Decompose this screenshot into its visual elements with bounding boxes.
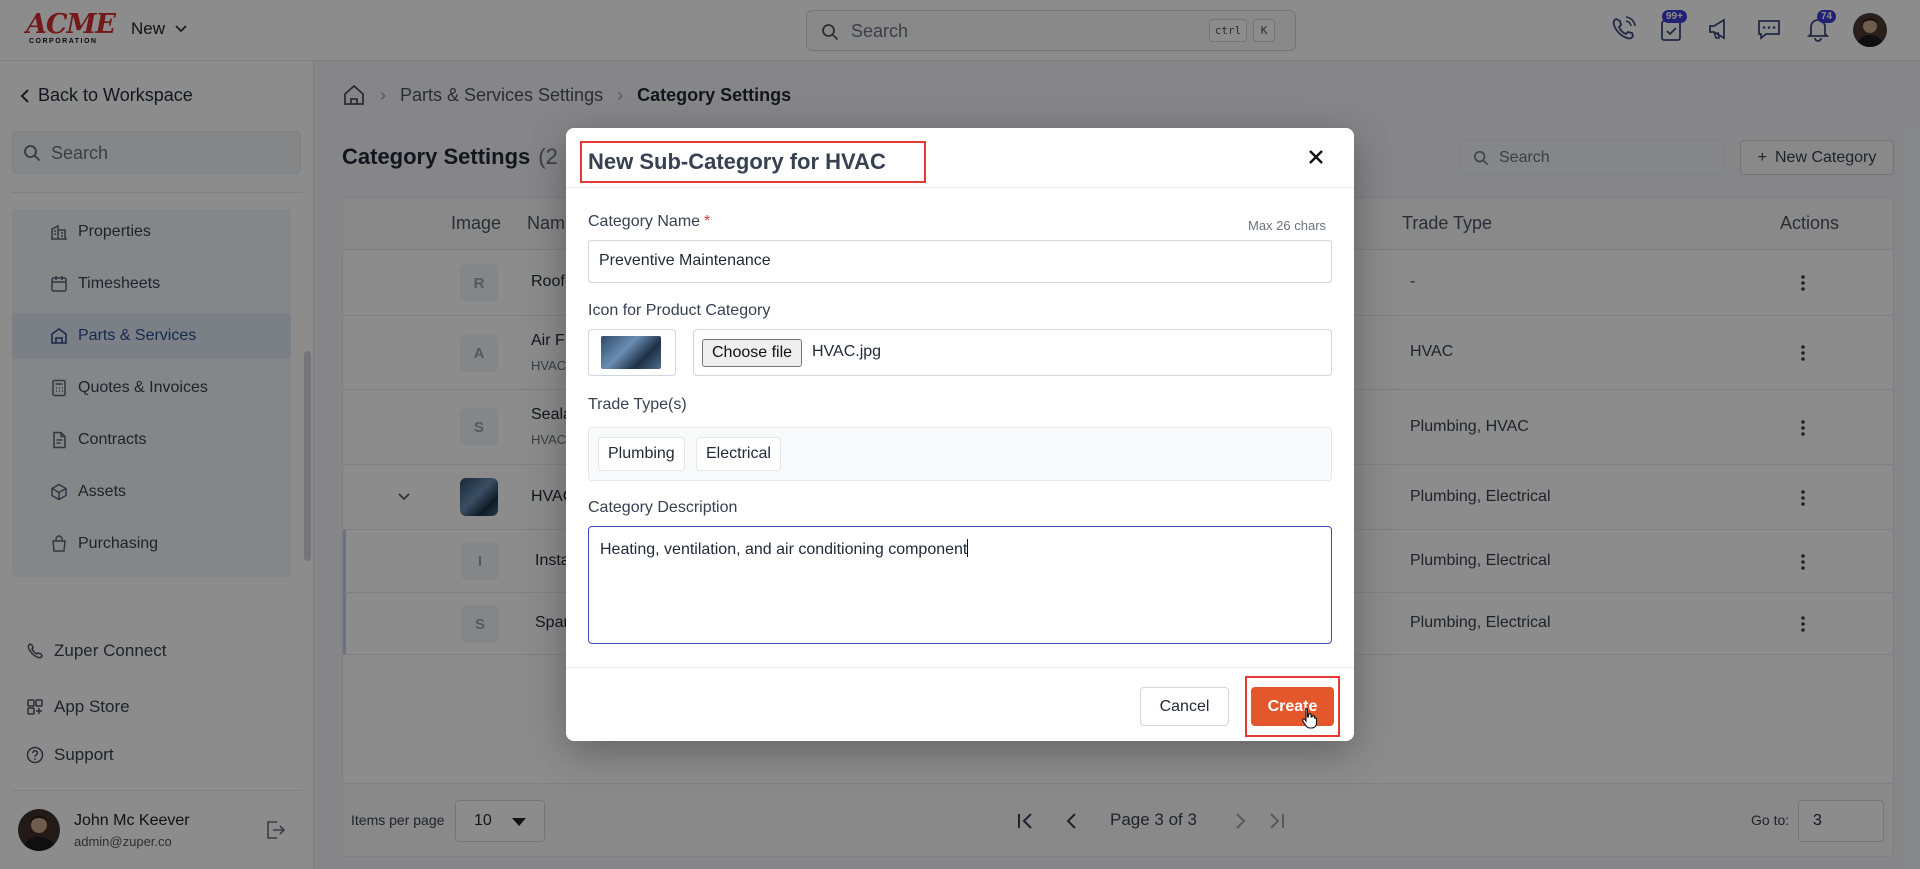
- close-button[interactable]: [1301, 142, 1331, 172]
- choose-file-button[interactable]: Choose file: [702, 339, 803, 367]
- icon-file-input[interactable]: Choose file HVAC.jpg: [693, 329, 1332, 376]
- create-highlight: Create: [1245, 676, 1340, 737]
- trade-types-label: Trade Type(s): [588, 396, 687, 413]
- icon-preview: [588, 329, 676, 376]
- icon-label: Icon for Product Category: [588, 302, 771, 319]
- category-name-label-text: Category Name: [588, 213, 701, 230]
- max-chars-hint: Max 26 chars: [1248, 218, 1327, 233]
- modal-title: New Sub-Category for HVAC: [580, 141, 926, 183]
- cancel-button[interactable]: Cancel: [1140, 687, 1229, 726]
- create-button[interactable]: Create: [1251, 687, 1334, 726]
- modal-header: New Sub-Category for HVAC: [566, 128, 1354, 188]
- modal-footer: Cancel Create: [566, 667, 1354, 741]
- description-value: Heating, ventilation, and air conditioni…: [600, 539, 969, 559]
- close-icon: [1309, 150, 1323, 164]
- description-text: Heating, ventilation, and air conditioni…: [600, 541, 968, 558]
- text-caret: [967, 539, 969, 557]
- icon-thumbnail: [601, 336, 661, 369]
- trade-types-field[interactable]: Plumbing Electrical: [588, 427, 1332, 481]
- required-mark: *: [704, 213, 711, 230]
- trade-tag-plumbing[interactable]: Plumbing: [598, 437, 685, 471]
- category-name-input[interactable]: Preventive Maintenance: [588, 240, 1332, 283]
- category-name-value: Preventive Maintenance: [599, 252, 771, 269]
- description-textarea[interactable]: Heating, ventilation, and air conditioni…: [588, 526, 1332, 644]
- file-name: HVAC.jpg: [812, 343, 882, 360]
- new-subcategory-modal: New Sub-Category for HVAC Category Name *…: [566, 128, 1354, 741]
- description-label: Category Description: [588, 499, 738, 516]
- category-name-label: Category Name *: [588, 213, 710, 231]
- trade-tag-electrical[interactable]: Electrical: [696, 437, 781, 471]
- hand-cursor-icon: [1302, 707, 1318, 729]
